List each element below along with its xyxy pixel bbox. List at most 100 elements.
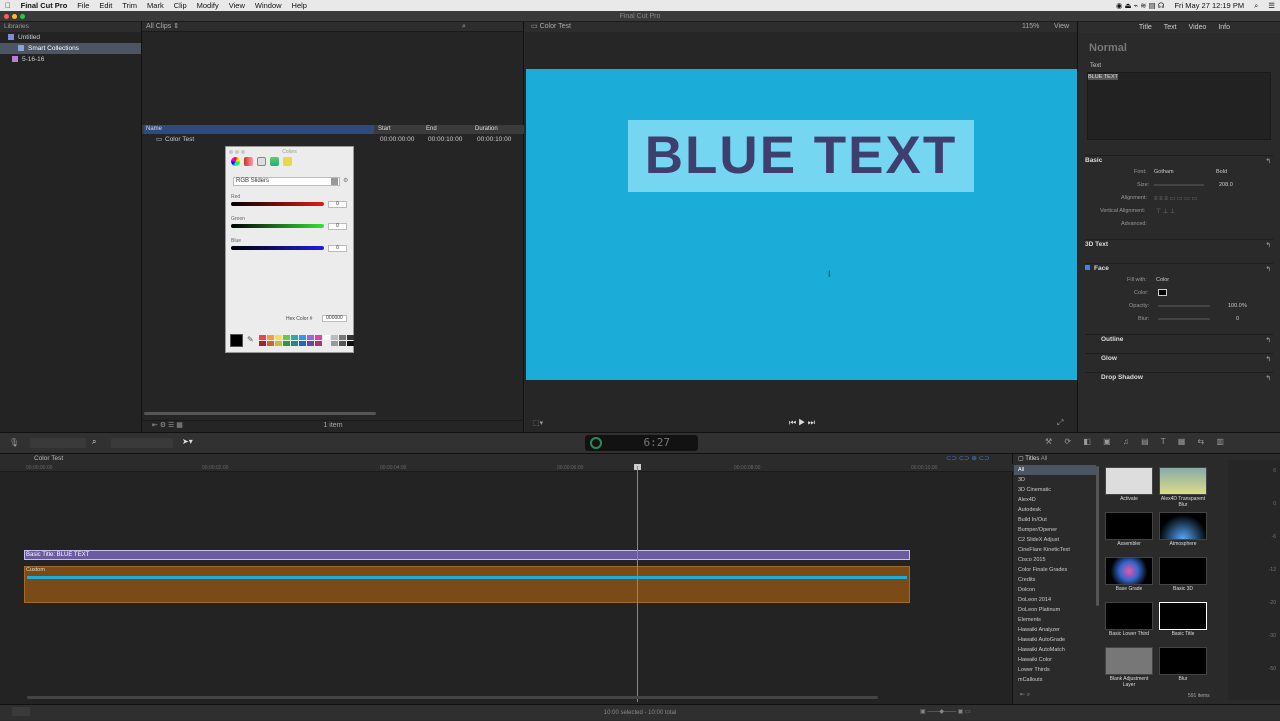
category-item[interactable]: 3D <box>1014 475 1096 485</box>
section-face[interactable]: Face ↰ <box>1085 263 1273 273</box>
title-thumbnail[interactable]: Base Grade <box>1104 557 1154 599</box>
image-palettes-icon[interactable] <box>270 157 279 166</box>
smart-collections[interactable]: Smart Collections <box>0 43 141 54</box>
vertical-alignment-buttons[interactable]: ⊤ ⊥ ⊥ <box>1156 208 1175 215</box>
category-item[interactable]: CineFlare KineticText <box>1014 545 1096 555</box>
timeline-ruler[interactable]: 00:00:00:00 00:00:02:00 00:00:04:00 00:0… <box>0 464 1013 472</box>
window-controls[interactable] <box>4 14 25 19</box>
red-slider[interactable] <box>231 202 324 206</box>
advanced-toggle[interactable]: Advanced: <box>1121 221 1147 227</box>
category-item[interactable]: DoLeon Platinum <box>1014 605 1096 615</box>
blur-slider[interactable] <box>1158 318 1210 320</box>
minimize-button[interactable] <box>235 150 239 154</box>
category-item[interactable]: Hawaiki AutoMatch <box>1014 645 1096 655</box>
clips-filter[interactable]: All Clips ⇕ ⌕ <box>142 22 523 32</box>
category-scrollbar[interactable] <box>1096 466 1099 606</box>
fullscreen-icon[interactable]: ⤢ <box>1057 418 1063 428</box>
col-name[interactable]: Name <box>144 125 374 134</box>
category-item[interactable]: All <box>1014 465 1096 475</box>
app-menu[interactable]: Final Cut Pro <box>16 1 73 10</box>
category-item[interactable]: Autodesk <box>1014 505 1096 515</box>
status-icons[interactable]: ◉ ⏏ ⌁ ≋ ▤ ☊ <box>1111 1 1170 10</box>
section-basic[interactable]: Basic ↰ <box>1085 155 1273 165</box>
section-outline[interactable]: Outline ↰ <box>1085 334 1273 344</box>
opacity-slider[interactable] <box>1158 305 1210 307</box>
timeline-scrollbar[interactable] <box>27 696 878 699</box>
title-thumbnail[interactable]: Atmosphere <box>1158 512 1208 554</box>
color-well[interactable] <box>1158 289 1167 296</box>
category-item[interactable]: Build In/Out <box>1014 515 1096 525</box>
titles-search-icon[interactable]: ⇤ ⌕ <box>1020 691 1030 699</box>
size-slider[interactable] <box>1154 184 1204 186</box>
menu-view[interactable]: View <box>224 1 250 10</box>
col-end[interactable]: End <box>426 125 437 134</box>
title-thumbnail[interactable]: Alex4D Transparent Blur <box>1158 467 1208 509</box>
minimize-button[interactable] <box>12 14 17 19</box>
weight-select[interactable]: Bold <box>1216 169 1227 175</box>
search-icon[interactable]: ⌕ <box>462 22 466 32</box>
col-duration[interactable]: Duration <box>475 125 498 134</box>
text-field[interactable]: BLUE TEXT <box>1087 72 1271 140</box>
category-item[interactable]: mCallouts <box>1014 675 1096 685</box>
blur-value[interactable]: 0 <box>1236 316 1239 322</box>
category-item[interactable]: Color Finale Grades <box>1014 565 1096 575</box>
category-item[interactable]: Bumper/Opener <box>1014 525 1096 535</box>
edit-buttons[interactable] <box>30 438 86 448</box>
tab-title[interactable]: Title <box>1139 24 1152 31</box>
list-icon[interactable]: ☰ <box>1263 1 1280 10</box>
menu-modify[interactable]: Modify <box>192 1 224 10</box>
size-value[interactable]: 208.0 <box>1219 182 1233 188</box>
title-thumbnail[interactable]: Basic Lower Third <box>1104 602 1154 644</box>
close-button[interactable] <box>4 14 9 19</box>
title-thumbnail[interactable]: Basic Title <box>1158 602 1208 644</box>
current-color-swatch[interactable] <box>230 334 243 347</box>
category-item[interactable]: Alex4D <box>1014 495 1096 505</box>
category-item[interactable]: Dolcon <box>1014 585 1096 595</box>
title-thumbnail[interactable]: Blank Adjustment Layer <box>1104 647 1154 689</box>
category-item[interactable]: Elements <box>1014 615 1096 625</box>
slider-mode-select[interactable]: RGB Sliders <box>233 177 340 186</box>
checkbox[interactable] <box>1085 265 1090 270</box>
gear-icon[interactable]: ⚙ <box>343 177 348 184</box>
search-icon[interactable]: ⌕ <box>92 437 96 447</box>
blue-value[interactable]: 0 <box>328 245 347 252</box>
category-item[interactable]: 3D Cinematic <box>1014 485 1096 495</box>
main-clip[interactable]: Custom <box>24 566 910 603</box>
menu-window[interactable]: Window <box>250 1 287 10</box>
title-thumbnail[interactable]: Assembler <box>1104 512 1154 554</box>
index-button[interactable] <box>12 707 30 716</box>
green-slider[interactable] <box>231 224 324 228</box>
color-wheel-icon[interactable] <box>231 157 240 166</box>
menu-mark[interactable]: Mark <box>142 1 169 10</box>
hex-color-input[interactable]: 000000 <box>322 315 347 322</box>
eyedropper-icon[interactable]: ✎ <box>247 335 254 344</box>
tab-text[interactable]: Text <box>1164 24 1177 31</box>
palettes-icon[interactable] <box>257 157 266 166</box>
library-untitled[interactable]: Untitled <box>0 32 141 43</box>
section-drop-shadow[interactable]: Drop Shadow ↰ <box>1085 372 1273 382</box>
playback-controls[interactable]: ⏮ ▶ ⏭ <box>789 418 815 428</box>
viewer-canvas[interactable] <box>526 69 1077 380</box>
effects-toolbar-icons[interactable]: ⚒ ⟳ ◧ ▣ ♫ ▤ T ▦ ⇆ ▥ <box>1045 437 1229 446</box>
horizontal-scrollbar[interactable] <box>144 412 376 415</box>
category-item[interactable]: DoLeon 2014 <box>1014 595 1096 605</box>
category-item[interactable]: Cisco 2015 <box>1014 555 1096 565</box>
view-options-icons[interactable]: ⇤ ⚙ ☰ ▦ <box>152 421 183 429</box>
alignment-buttons[interactable]: ≡ ≡ ≡ ▭ ▭ ▭ ▭ <box>1154 195 1197 202</box>
menu-file[interactable]: File <box>72 1 94 10</box>
category-item[interactable]: Credits <box>1014 575 1096 585</box>
event-5-16-16[interactable]: 5-16-16 <box>0 54 141 65</box>
canvas-title-text[interactable]: BLUE TEXT <box>628 120 974 192</box>
titles-filter[interactable]: All <box>1041 456 1048 462</box>
zoom-button[interactable] <box>241 150 245 154</box>
title-clip[interactable]: Basic Title: BLUE TEXT <box>24 550 910 560</box>
col-start[interactable]: Start <box>378 125 391 134</box>
blue-slider[interactable] <box>231 246 324 250</box>
list-item[interactable]: ▭ Color Test 00:00:00:00 00:00:10:00 00:… <box>142 135 524 145</box>
apple-icon[interactable]:  <box>0 1 16 10</box>
zoom-button[interactable] <box>20 14 25 19</box>
tab-video[interactable]: Video <box>1189 24 1207 31</box>
playhead[interactable] <box>637 466 638 702</box>
tab-info[interactable]: Info <box>1218 24 1230 31</box>
title-thumbnail[interactable]: Blur <box>1158 647 1208 689</box>
